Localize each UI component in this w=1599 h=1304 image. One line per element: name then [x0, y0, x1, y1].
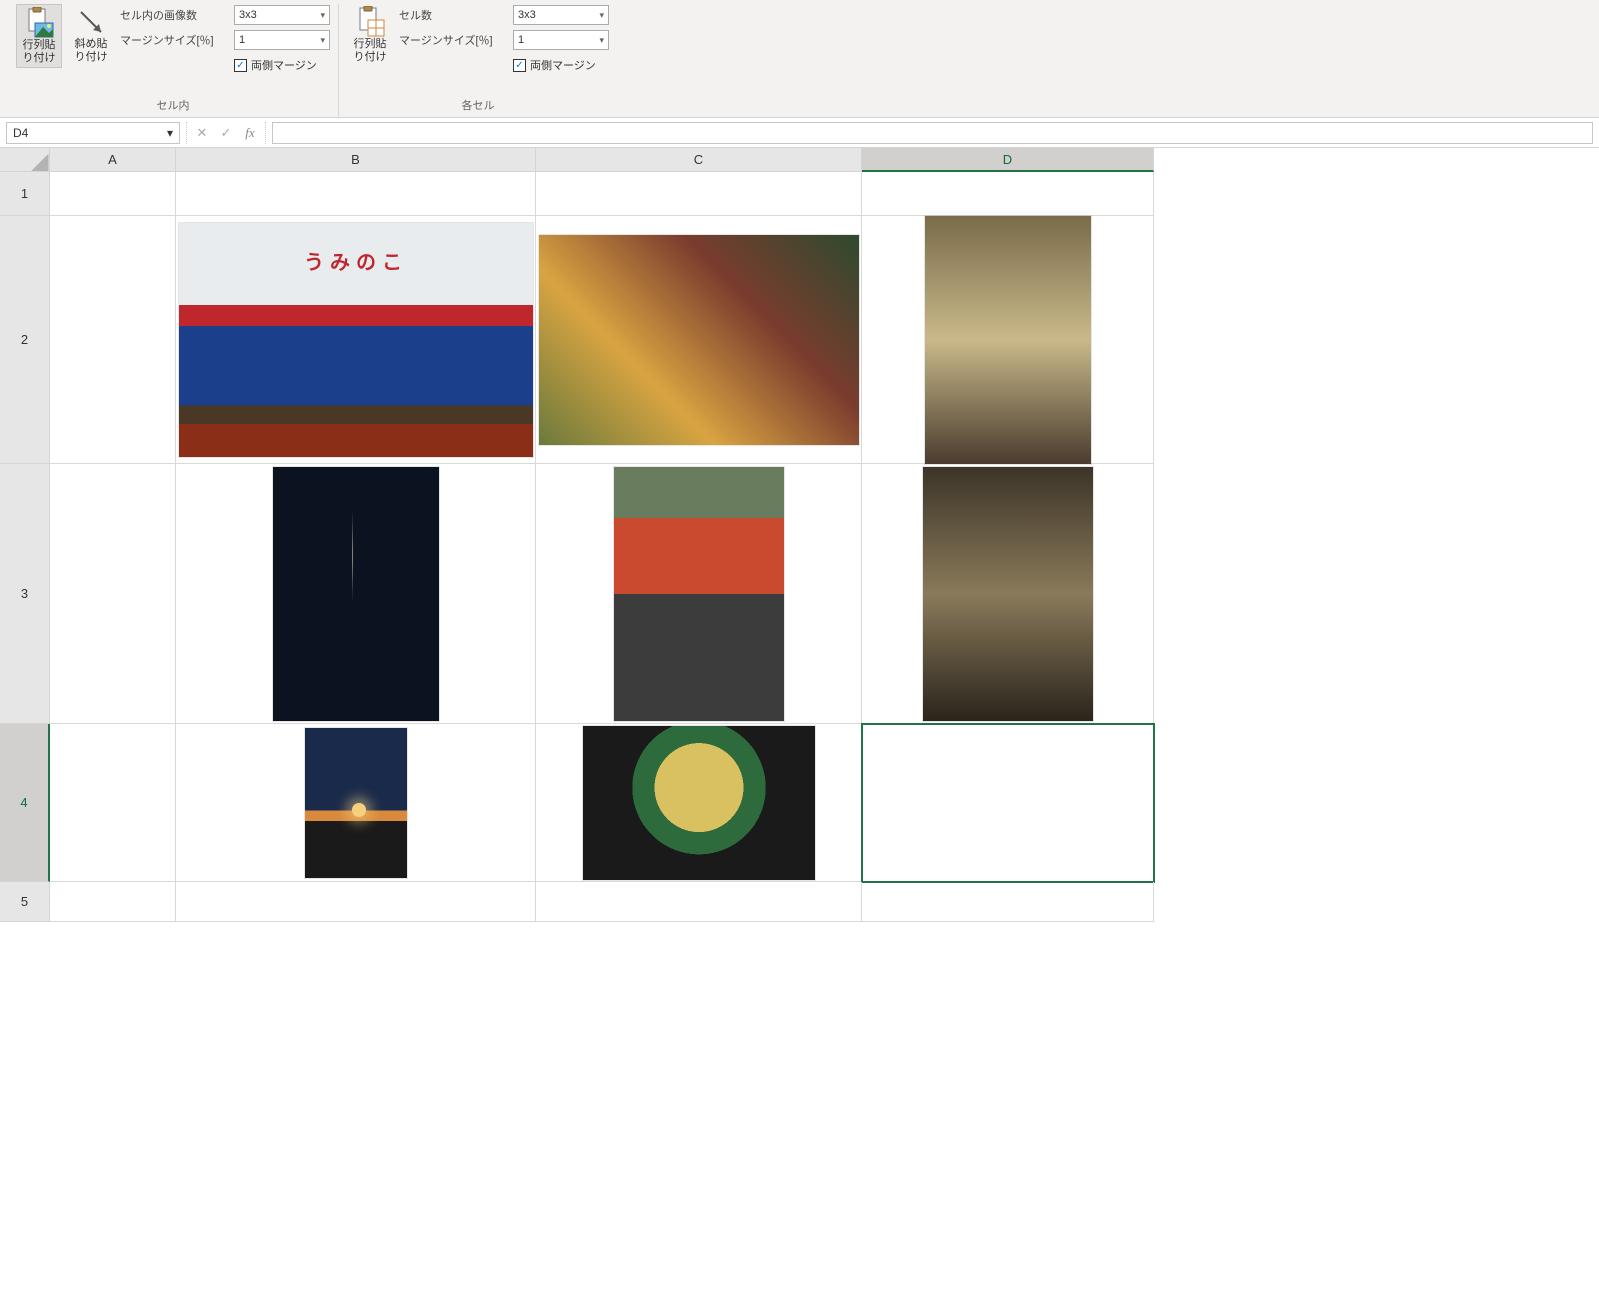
cell-A1[interactable] [50, 172, 176, 216]
image-content [583, 726, 815, 880]
margin-size-dropdown[interactable]: 1 ▾ [234, 30, 330, 50]
margin-size-label-2: マージンサイズ[％] [399, 32, 509, 48]
spreadsheet-grid[interactable]: ABCD 12345 [0, 148, 1599, 998]
cell-C5[interactable] [536, 882, 862, 922]
clipboard-grid-icon [354, 6, 386, 38]
cell-count-label: セル数 [399, 7, 509, 23]
image-content [305, 728, 407, 878]
cell-B1[interactable] [176, 172, 536, 216]
paste-matrix-button[interactable]: 行列貼 り付け [16, 4, 62, 68]
cell-D5[interactable] [862, 882, 1154, 922]
margin-size-label: マージンサイズ[％] [120, 32, 230, 48]
chevron-down-icon: ▾ [320, 35, 325, 46]
both-margins-checkbox[interactable]: ✓ 両側マージン [234, 57, 317, 73]
select-all-corner[interactable] [0, 148, 50, 172]
images-per-cell-dropdown[interactable]: 3x3 ▾ [234, 5, 330, 25]
cell-D1[interactable] [862, 172, 1154, 216]
image-thumb[interactable] [583, 726, 815, 880]
image-thumb[interactable] [305, 728, 407, 878]
chevron-down-icon: ▾ [167, 126, 173, 140]
paste-diagonal-button[interactable]: 斜め貼 り付け [68, 4, 114, 66]
cell-count-value: 3x3 [518, 9, 536, 21]
image-thumb[interactable] [923, 467, 1093, 721]
image-thumb[interactable] [273, 467, 439, 721]
cancel-formula-button[interactable]: ✕ [191, 122, 213, 144]
col-header-C[interactable]: C [536, 148, 862, 172]
ribbon-group-label-eachcell: 各セル [462, 95, 495, 117]
accept-formula-button[interactable]: ✓ [215, 122, 237, 144]
name-box-value: D4 [13, 126, 28, 140]
cell-C1[interactable] [536, 172, 862, 216]
images-per-cell-label: セル内の画像数 [120, 7, 230, 23]
col-header-A[interactable]: A [50, 148, 176, 172]
clipboard-image-icon [23, 7, 55, 39]
image-content [539, 235, 859, 445]
diagonal-arrow-icon [75, 6, 107, 38]
margin-size-dropdown-2[interactable]: 1 ▾ [513, 30, 609, 50]
image-content [925, 216, 1091, 464]
col-header-B[interactable]: B [176, 148, 536, 172]
chevron-down-icon: ▾ [320, 10, 325, 21]
cell-A4[interactable] [50, 724, 176, 882]
image-thumb[interactable] [925, 216, 1091, 464]
image-thumb[interactable] [179, 223, 533, 457]
chevron-down-icon: ▾ [599, 10, 604, 21]
image-thumb[interactable] [614, 467, 784, 721]
both-margins-label: 両側マージン [251, 57, 317, 73]
images-per-cell-value: 3x3 [239, 9, 257, 21]
margin-size-value-2: 1 [518, 34, 524, 46]
margin-size-value: 1 [239, 34, 245, 46]
image-content [179, 223, 533, 457]
image-content [614, 467, 784, 721]
formula-bar: D4 ▾ ✕ ✓ fx [0, 118, 1599, 148]
ribbon-group-cell-inside: 行列貼 り付け 斜め貼 り付け セル内の画像数 3x3 ▾ マージンサイズ[％] [8, 4, 339, 117]
paste-matrix-label-2: 行列貼 り付け [354, 38, 387, 64]
row-header-5[interactable]: 5 [0, 882, 50, 922]
cell-D4[interactable] [862, 724, 1154, 882]
cell-count-dropdown[interactable]: 3x3 ▾ [513, 5, 609, 25]
formula-input[interactable] [272, 122, 1593, 144]
fx-button[interactable]: fx [239, 122, 261, 144]
image-content [273, 467, 439, 721]
name-box[interactable]: D4 ▾ [6, 122, 180, 144]
paste-diagonal-label: 斜め貼 り付け [75, 38, 108, 64]
row-header-4[interactable]: 4 [0, 724, 50, 882]
checkbox-checked-icon: ✓ [234, 59, 247, 72]
cell-A2[interactable] [50, 216, 176, 464]
ribbon: 行列貼 り付け 斜め貼 り付け セル内の画像数 3x3 ▾ マージンサイズ[％] [0, 0, 1599, 118]
cell-A5[interactable] [50, 882, 176, 922]
image-content [923, 467, 1093, 721]
both-margins-checkbox-2[interactable]: ✓ 両側マージン [513, 57, 596, 73]
both-margins-label-2: 両側マージン [530, 57, 596, 73]
cell-A3[interactable] [50, 464, 176, 724]
row-header-1[interactable]: 1 [0, 172, 50, 216]
ribbon-group-label-cellinside: セル内 [157, 95, 190, 117]
checkbox-checked-icon: ✓ [513, 59, 526, 72]
col-header-D[interactable]: D [862, 148, 1154, 172]
ribbon-group-each-cell: 行列貼 り付け セル数 3x3 ▾ マージンサイズ[％] 1 ▾ [339, 4, 617, 117]
paste-matrix-button-2[interactable]: 行列貼 り付け [347, 4, 393, 66]
chevron-down-icon: ▾ [599, 35, 604, 46]
paste-matrix-label: 行列貼 り付け [23, 39, 56, 65]
row-header-2[interactable]: 2 [0, 216, 50, 464]
row-header-3[interactable]: 3 [0, 464, 50, 724]
cell-B5[interactable] [176, 882, 536, 922]
image-thumb[interactable] [539, 235, 859, 445]
